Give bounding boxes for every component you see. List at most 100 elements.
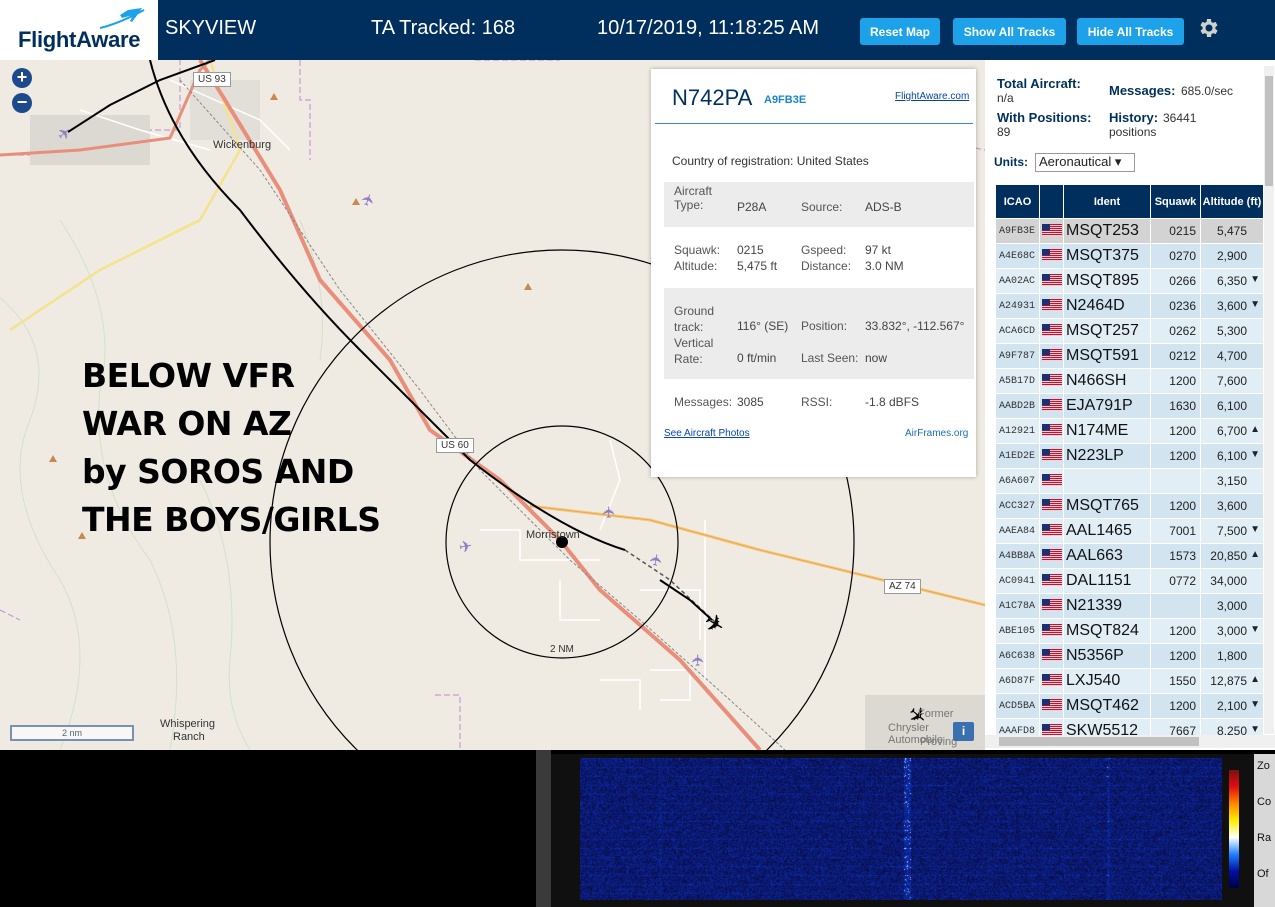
flightaware-link[interactable]: FlightAware.com: [895, 91, 969, 102]
squawk-cell: 1550: [1150, 668, 1201, 694]
icao-cell: A12921: [995, 418, 1040, 444]
horizontal-scrollbar[interactable]: [985, 735, 1275, 748]
table-row[interactable]: A1ED2E N223LP 1200 6,100 ▼: [995, 443, 1263, 469]
position-value: 33.832°, -112.567°: [865, 319, 965, 333]
zoom-in-button[interactable]: +: [12, 68, 32, 88]
table-row[interactable]: AA02AC MSQT895 0266 6,350 ▼: [995, 268, 1263, 294]
info-icon[interactable]: i: [953, 722, 974, 741]
table-row[interactable]: A4BB8A AAL663 1573 20,850 ▲: [995, 543, 1263, 569]
table-row[interactable]: ACD5BA MSQT462 1200 2,100 ▼: [995, 693, 1263, 719]
aircraft-table[interactable]: ICAO Ident Squawk Altitude (ft) A9FB3E MS…: [995, 184, 1263, 739]
squawk-cell: 0772: [1150, 568, 1201, 594]
altitude-cell: 6,350 ▼: [1200, 268, 1263, 294]
icao-cell: AABD2B: [995, 393, 1040, 419]
popup-divider: [655, 123, 973, 124]
squawk-cell: 0215: [1150, 218, 1201, 244]
source-value: ADS-B: [865, 200, 902, 214]
show-all-tracks-button[interactable]: Show All Tracks: [953, 18, 1066, 45]
col-header-ident[interactable]: Ident: [1063, 184, 1151, 219]
altitude-cell: 5,300: [1200, 318, 1263, 344]
table-row[interactable]: AC0941 DAL1151 0772 34,000: [995, 568, 1263, 594]
airframes-link[interactable]: AirFrames.org: [905, 428, 968, 439]
altitude-cell: 2,100 ▼: [1200, 693, 1263, 719]
table-row[interactable]: A4E68C MSQT375 0270 2,900: [995, 243, 1263, 269]
popup-icao[interactable]: A9FB3E: [764, 94, 806, 106]
waterfall-display[interactable]: [580, 758, 1222, 900]
ident-cell: N466SH: [1063, 368, 1151, 394]
vertical-rate-label: Vertical Rate:: [674, 336, 714, 366]
flag-icon: [1039, 343, 1064, 369]
table-row[interactable]: ACC327 MSQT765 1200 3,600: [995, 493, 1263, 519]
squawk-cell: 1200: [1150, 618, 1201, 644]
hide-all-tracks-button[interactable]: Hide All Tracks: [1077, 18, 1184, 45]
place-label: Morristown: [526, 529, 580, 541]
col-header-flag[interactable]: [1039, 184, 1064, 219]
icao-cell: A9F787: [995, 343, 1040, 369]
aircraft-marker-icon[interactable]: ✈: [689, 653, 709, 666]
squawk-cell: 1630: [1150, 393, 1201, 419]
altitude-value: 7,600: [1216, 374, 1247, 388]
vertical-scrollbar[interactable]: [1264, 66, 1274, 734]
icao-cell: ACC327: [995, 493, 1040, 519]
contrast-control-label[interactable]: Co: [1257, 796, 1271, 808]
table-header: ICAO Ident Squawk Altitude (ft): [995, 184, 1263, 219]
units-label: Units:: [994, 155, 1028, 169]
altitude-value: 5,475 ft: [737, 259, 778, 273]
units-dropdown[interactable]: Aeronautical ▾: [1035, 153, 1135, 172]
table-row[interactable]: A9FB3E MSQT253 0215 5,475: [995, 218, 1263, 244]
altitude-value: 7,500: [1216, 524, 1247, 538]
table-row[interactable]: AAEA84 AAL1465 7001 7,500 ▼: [995, 518, 1263, 544]
col-header-altitude[interactable]: Altitude (ft): [1200, 184, 1263, 219]
altitude-cell: 2,900: [1200, 243, 1263, 269]
table-row[interactable]: A6C638 N5356P 1200 1,800: [995, 643, 1263, 669]
flag-icon: [1039, 593, 1064, 619]
table-row[interactable]: A5B17D N466SH 1200 7,600: [995, 368, 1263, 394]
scroll-thumb[interactable]: [1265, 76, 1273, 186]
table-row[interactable]: ABE105 MSQT824 1200 3,000 ▼: [995, 618, 1263, 644]
table-row[interactable]: A12921 N174ME 1200 6,700 ▲: [995, 418, 1263, 444]
table-row[interactable]: A1C78A N21339 3,000: [995, 593, 1263, 619]
col-header-squawk[interactable]: Squawk: [1150, 184, 1201, 219]
icao-cell: A6A607: [995, 468, 1040, 494]
range-control-label[interactable]: Ra: [1257, 832, 1271, 844]
reset-map-button[interactable]: Reset Map: [860, 18, 940, 45]
vertical-rate-value: 0 ft/min: [737, 351, 777, 365]
altitude-trend-icon: ▼: [1250, 449, 1260, 460]
tracked-count: TA Tracked: 168: [371, 17, 516, 39]
flightaware-logo[interactable]: FlightAware: [0, 0, 158, 60]
table-row[interactable]: A24931 N2464D 0236 3,600 ▼: [995, 293, 1263, 319]
range-ring-label: 2 NM: [550, 644, 574, 655]
scroll-thumb[interactable]: [999, 737, 1199, 746]
gear-icon[interactable]: [1196, 16, 1220, 40]
flag-icon: [1039, 543, 1064, 569]
table-row[interactable]: A6A607 3,150: [995, 468, 1263, 494]
squawk-label: Squawk:: [674, 243, 721, 257]
col-header-icao[interactable]: ICAO: [995, 184, 1040, 219]
table-row[interactable]: A6D87F LXJ540 1550 12,875 ▲: [995, 668, 1263, 694]
zoom-out-button[interactable]: −: [12, 93, 32, 113]
icao-cell: AC0941: [995, 568, 1040, 594]
altitude-trend-icon: ▲: [1250, 549, 1260, 560]
ident-cell: DAL1151: [1063, 568, 1151, 594]
altitude-value: 3,150: [1216, 474, 1247, 488]
ground-track-value: 116° (SE): [737, 319, 789, 333]
table-row[interactable]: AABD2B EJA791P 1630 6,100: [995, 393, 1263, 419]
squawk-cell: 1200: [1150, 643, 1201, 669]
aircraft-photos-link[interactable]: See Aircraft Photos: [664, 428, 750, 439]
ident-cell: EJA791P: [1063, 393, 1151, 419]
last-seen-label: Last Seen:: [801, 351, 859, 365]
popup-ident: N742PA: [672, 85, 753, 110]
offset-control-label[interactable]: Of: [1257, 868, 1269, 880]
ident-cell: MSQT824: [1063, 618, 1151, 644]
ident-cell: N5356P: [1063, 643, 1151, 669]
flag-icon: [1039, 243, 1064, 269]
altitude-label: Altitude:: [674, 259, 718, 273]
zoom-control-label[interactable]: Zo: [1257, 760, 1270, 772]
messages-value: 3085: [737, 395, 764, 409]
table-row[interactable]: ACA6CD MSQT257 0262 5,300: [995, 318, 1263, 344]
aircraft-marker-icon[interactable]: ✈: [600, 505, 620, 518]
altitude-cell: 12,875 ▲: [1200, 668, 1263, 694]
table-row[interactable]: A9F787 MSQT591 0212 4,700: [995, 343, 1263, 369]
messages-label: Messages:: [674, 395, 733, 409]
country-value: United States: [796, 154, 869, 168]
